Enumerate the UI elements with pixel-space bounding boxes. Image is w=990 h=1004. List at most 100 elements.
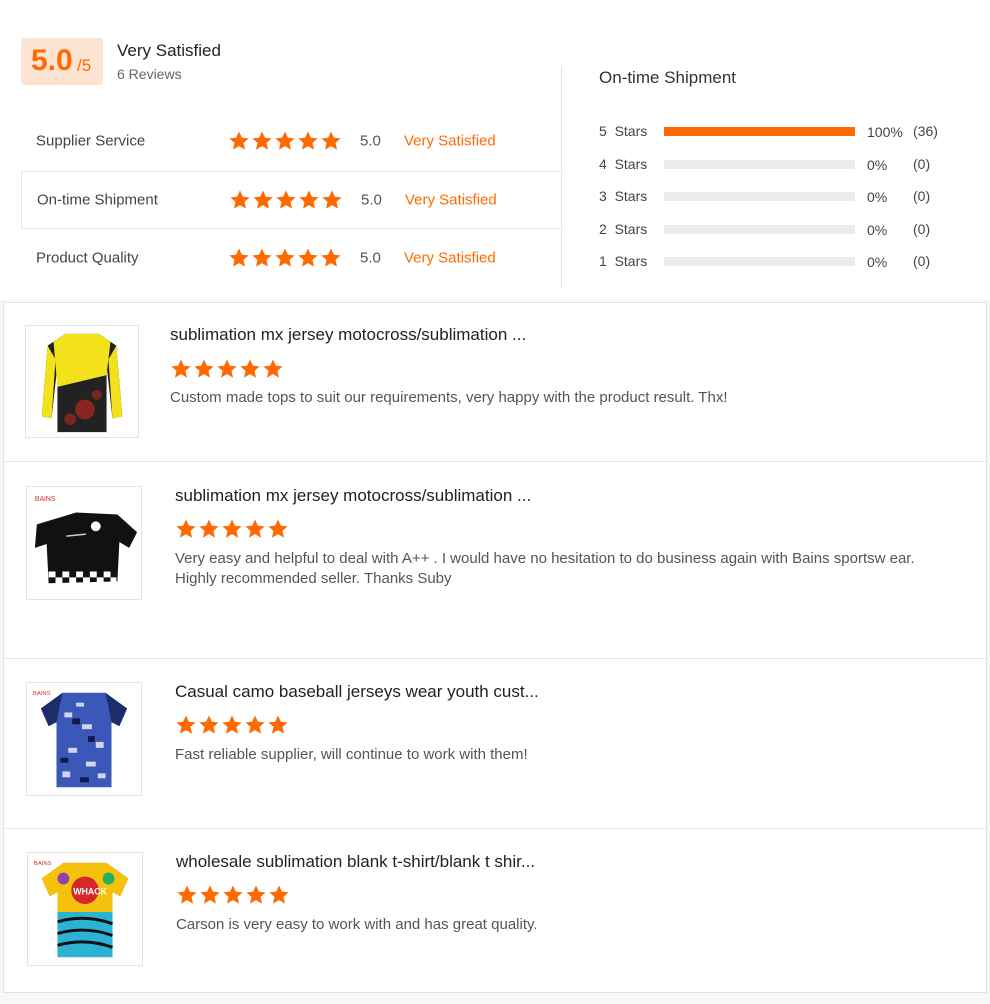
distribution-bar-fill	[664, 127, 855, 136]
distribution-row: 1 Stars 0% (0)	[599, 251, 959, 271]
review-star-rating	[176, 884, 291, 906]
svg-text:BAINS: BAINS	[33, 691, 51, 697]
rating-summary-panel: 5.0 /5 Very Satisfied 6 Reviews Supplier…	[0, 0, 990, 300]
star-icon	[322, 190, 342, 209]
distribution-percent: 0%	[867, 222, 888, 238]
distribution-count: (36)	[913, 123, 938, 139]
star-icon	[176, 715, 196, 734]
star-icon	[298, 131, 318, 150]
divider	[4, 461, 986, 462]
star-icon	[321, 131, 341, 150]
star-icon	[200, 885, 220, 904]
star-icon	[276, 190, 296, 209]
star-icon	[176, 519, 196, 538]
distribution-percent: 0%	[867, 189, 888, 205]
review-text: Carson is very easy to work with and has…	[176, 916, 538, 933]
black-checkered-mx-jersey-icon: BAINS	[27, 487, 141, 599]
review-star-rating	[175, 714, 290, 736]
divider	[561, 66, 562, 288]
rating-score: 5.0	[361, 191, 382, 209]
distribution-title: On-time Shipment	[599, 68, 736, 87]
review-product-title[interactable]: sublimation mx jersey motocross/sublimat…	[170, 325, 526, 345]
review-list: sublimation mx jersey motocross/sublimat…	[3, 302, 987, 993]
overall-score-badge: 5.0 /5	[21, 38, 103, 85]
overall-score: 5.0	[31, 44, 73, 77]
star-icon	[222, 715, 242, 734]
rating-row-supplier-service: Supplier Service 5.0 Very Satisfied	[21, 112, 562, 170]
star-icon	[223, 885, 243, 904]
rating-level: Very Satisfied	[405, 191, 497, 209]
star-icon	[171, 359, 191, 378]
star-icon	[199, 519, 219, 538]
distribution-label: 4 Stars	[599, 156, 648, 172]
overall-score-max: /5	[77, 56, 92, 75]
star-icon	[252, 248, 272, 267]
distribution-row: 4 Stars 0% (0)	[599, 154, 959, 174]
star-icon	[222, 519, 242, 538]
review-star-rating	[175, 518, 290, 540]
review-item: sublimation mx jersey motocross/sublimat…	[4, 303, 986, 461]
rating-score: 5.0	[360, 132, 381, 150]
star-icon	[321, 248, 341, 267]
rating-score: 5.0	[360, 249, 381, 267]
svg-text:BAINS: BAINS	[35, 496, 56, 503]
colorful-comic-tshirt-icon: BAINS WHACK	[28, 853, 142, 965]
distribution-bar-track	[664, 192, 855, 201]
review-text: Very easy and helpful to deal with A++ .…	[175, 550, 915, 587]
distribution-percent: 0%	[867, 157, 888, 173]
svg-text:BAINS: BAINS	[34, 861, 52, 867]
product-thumbnail[interactable]: BAINS	[26, 682, 142, 796]
star-icon	[268, 519, 288, 538]
divider	[4, 658, 986, 659]
star-icon	[240, 359, 260, 378]
star-icon	[245, 519, 265, 538]
star-icon	[275, 131, 295, 150]
rating-name: Supplier Service	[36, 132, 146, 150]
star-icon	[230, 190, 250, 209]
distribution-count: (0)	[913, 156, 931, 172]
star-icon	[177, 885, 197, 904]
star-icon	[275, 248, 295, 267]
rating-level: Very Satisfied	[404, 249, 496, 267]
star-icon	[263, 359, 283, 378]
review-text: Custom made tops to suit our requirement…	[170, 389, 728, 406]
rating-row-product-quality: Product Quality 5.0 Very Satisfied	[21, 229, 562, 287]
svg-text:WHACK: WHACK	[73, 886, 107, 896]
distribution-label: 1 Stars	[599, 253, 648, 269]
star-icon	[199, 715, 219, 734]
review-item: BAINS WHACK wholesale sublimation blank …	[4, 828, 986, 992]
distribution-label: 2 Stars	[599, 221, 648, 237]
review-item: BAINS Casual camo baseball jerseys wear …	[4, 658, 986, 828]
star-icon	[269, 885, 289, 904]
star-icon	[246, 885, 266, 904]
rating-row-on-time-shipment[interactable]: On-time Shipment 5.0 Very Satisfied	[21, 171, 562, 229]
distribution-bar-track	[664, 257, 855, 266]
divider	[4, 828, 986, 829]
distribution-row: 5 Stars 100% (36)	[599, 121, 959, 141]
distribution-label: 5 Stars	[599, 123, 648, 139]
star-icon	[229, 248, 249, 267]
overall-level: Very Satisfied	[117, 41, 221, 60]
star-icon	[298, 248, 318, 267]
distribution-count: (0)	[913, 253, 931, 269]
review-text: Fast reliable supplier, will continue to…	[175, 746, 528, 763]
distribution-percent: 100%	[867, 124, 903, 140]
review-product-title[interactable]: wholesale sublimation blank t-shirt/blan…	[176, 852, 535, 872]
product-thumbnail[interactable]: BAINS WHACK	[27, 852, 143, 966]
star-rating	[229, 189, 344, 211]
blue-camo-baseball-jersey-icon: BAINS	[27, 683, 141, 795]
product-thumbnail[interactable]	[25, 325, 139, 438]
star-icon	[229, 131, 249, 150]
review-product-title[interactable]: sublimation mx jersey motocross/sublimat…	[175, 486, 531, 506]
reviews-count: 6 Reviews	[117, 66, 182, 82]
distribution-percent: 0%	[867, 254, 888, 270]
distribution-count: (0)	[913, 188, 931, 204]
product-thumbnail[interactable]: BAINS	[26, 486, 142, 600]
review-product-title[interactable]: Casual camo baseball jerseys wear youth …	[175, 682, 539, 702]
distribution-count: (0)	[913, 221, 931, 237]
distribution-bar-track	[664, 225, 855, 234]
distribution-label: 3 Stars	[599, 188, 648, 204]
rating-name: Product Quality	[36, 249, 139, 267]
rating-level: Very Satisfied	[404, 132, 496, 150]
review-star-rating	[170, 358, 285, 380]
